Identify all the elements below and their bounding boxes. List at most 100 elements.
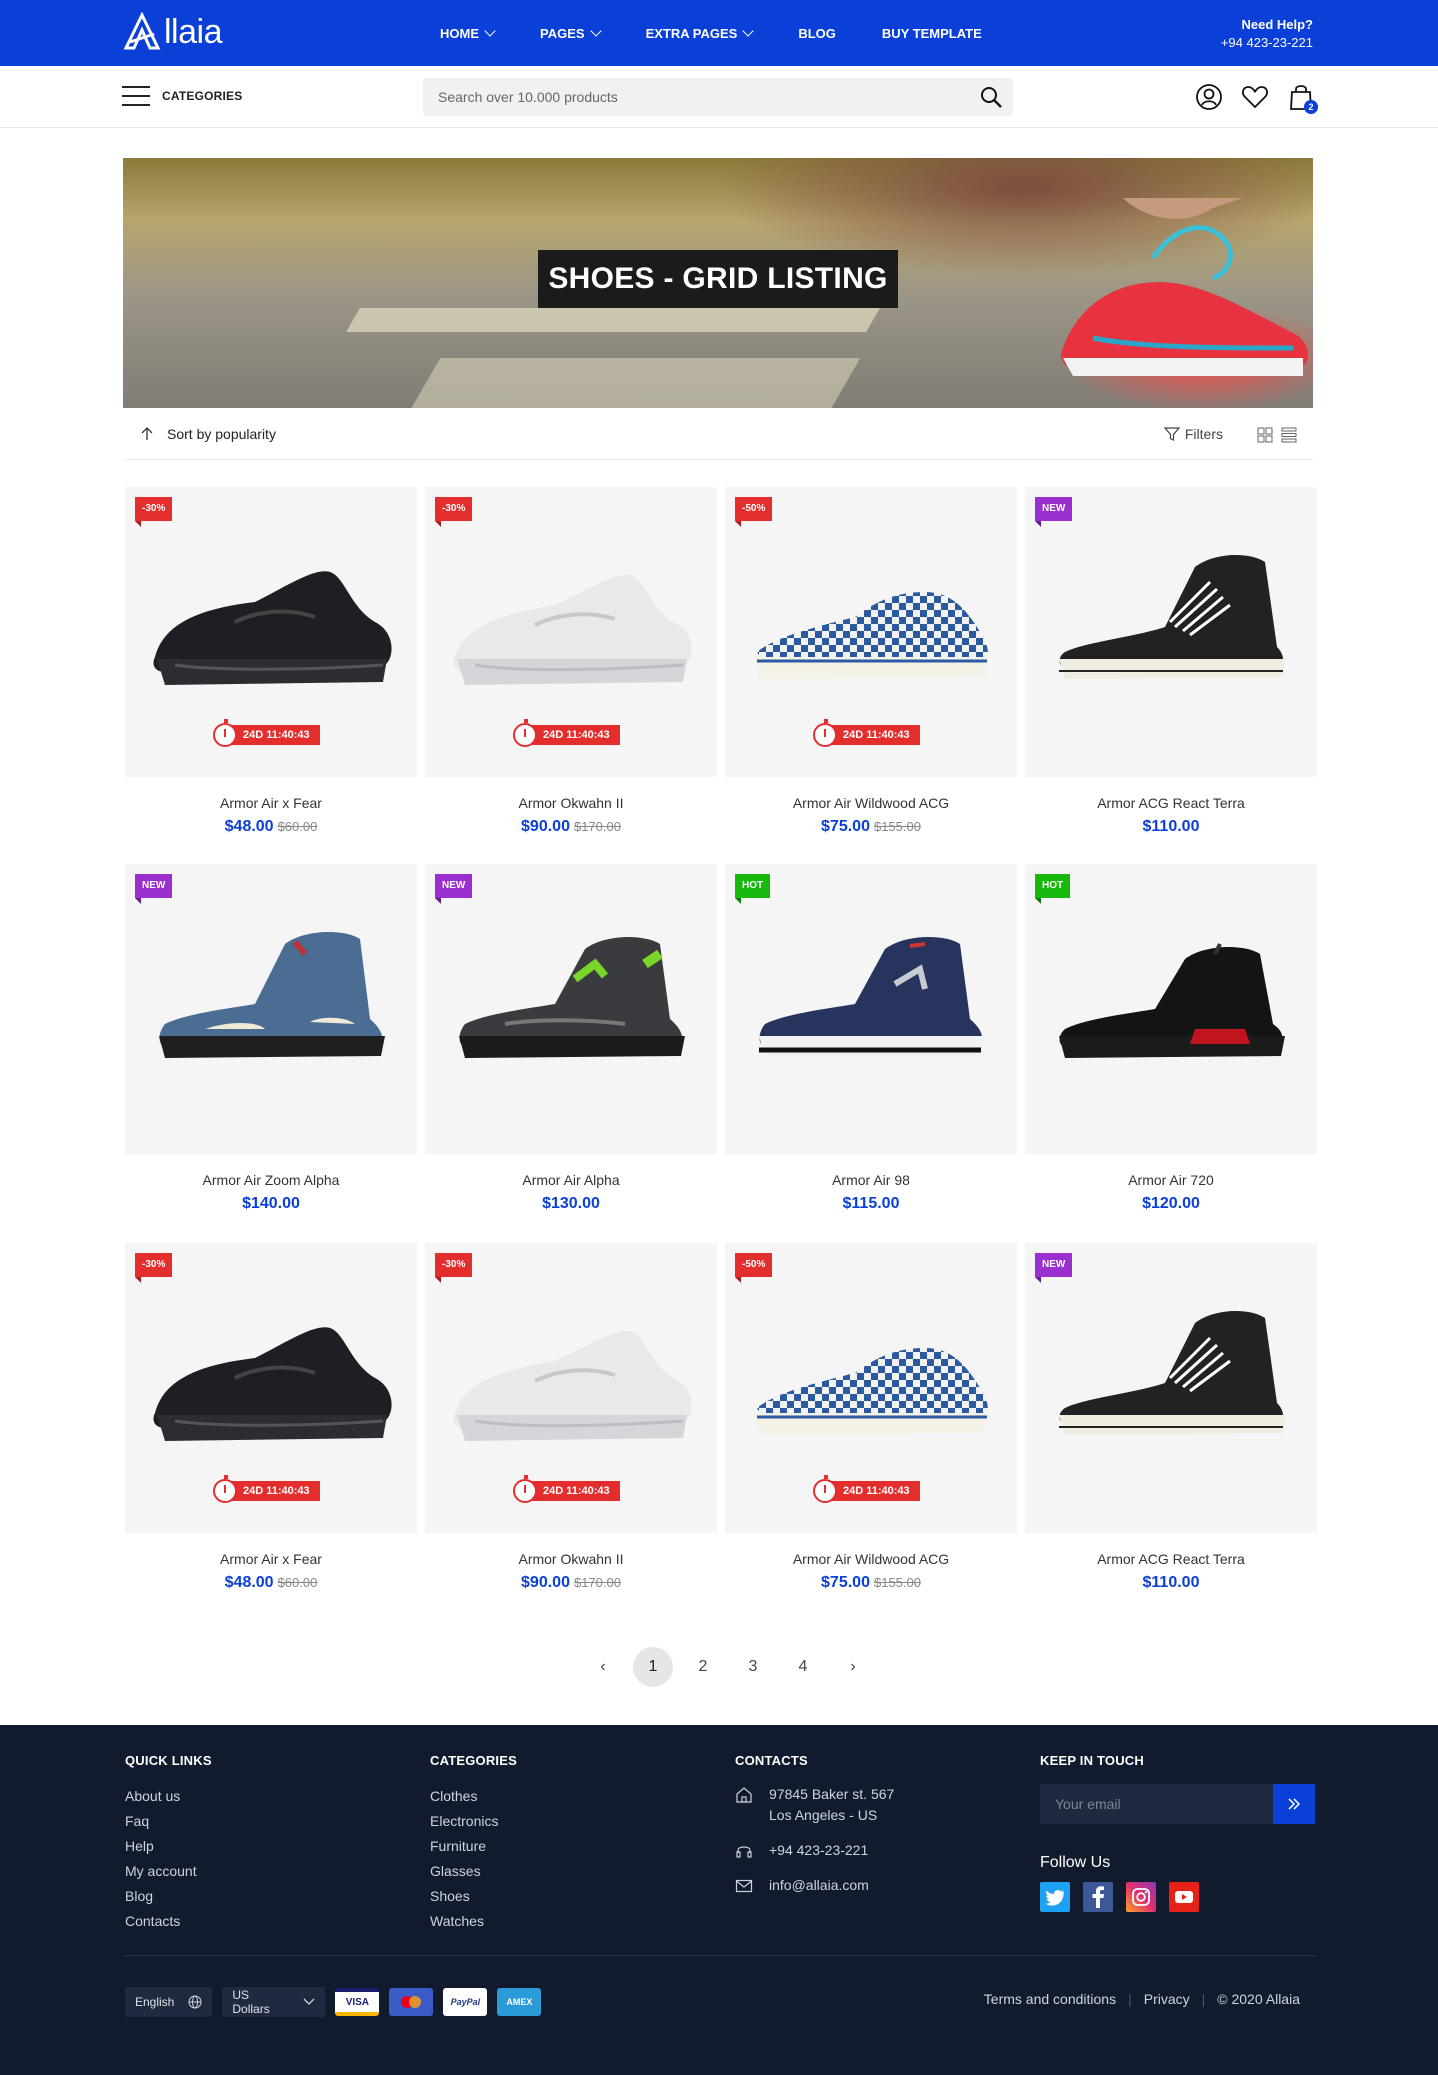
product-card[interactable]: NEW Armor Air Alpha $130.00 — [425, 864, 717, 1213]
footer-link[interactable]: Contacts — [125, 1909, 212, 1934]
product-image[interactable]: NEW — [125, 864, 417, 1154]
nav-home[interactable]: HOME — [440, 24, 496, 41]
product-card[interactable]: -30% 24D 11:40:43 Armor Okwahn II $90.00 $17… — [425, 487, 717, 836]
product-name[interactable]: Armor ACG React Terra — [1025, 795, 1317, 811]
product-name[interactable]: Armor Air 98 — [725, 1172, 1017, 1188]
product-card[interactable]: -50% 24D 11:40:43 Armor Air Wildwood ACG $7… — [725, 1243, 1017, 1592]
footer-category-link[interactable]: Shoes — [430, 1884, 517, 1909]
product-name[interactable]: Armor Air Wildwood ACG — [725, 795, 1017, 811]
nav-extra-pages[interactable]: EXTRA PAGES — [646, 24, 754, 41]
product-card[interactable]: NEW Armor Air Zoom Alpha $140.00 — [125, 864, 417, 1213]
address-row: 97845 Baker st. 567 Los Angeles - US — [735, 1784, 894, 1826]
search-input[interactable] — [423, 78, 943, 116]
footer-link[interactable]: About us — [125, 1784, 212, 1809]
product-name[interactable]: Armor Air x Fear — [125, 795, 417, 811]
privacy-link[interactable]: Privacy — [1144, 1991, 1190, 2007]
product-name[interactable]: Armor Air Alpha — [425, 1172, 717, 1188]
globe-icon — [188, 1995, 202, 2009]
footer-link[interactable]: Blog — [125, 1884, 212, 1909]
product-image[interactable]: -30% 24D 11:40:43 — [425, 487, 717, 777]
categories-menu-button[interactable]: CATEGORIES — [122, 86, 242, 106]
product-name[interactable]: Armor Air Wildwood ACG — [725, 1551, 1017, 1567]
nav-pages[interactable]: PAGES — [540, 24, 602, 41]
currency-select[interactable]: US Dollars — [222, 1987, 326, 2017]
footer-email-link[interactable]: info@allaia.com — [769, 1875, 869, 1896]
product-card[interactable]: NEW Armor ACG React Terra $110.00 — [1025, 1243, 1317, 1592]
address-line2: Los Angeles - US — [769, 1807, 878, 1823]
nav-blog[interactable]: BLOG — [798, 26, 836, 41]
footer-link[interactable]: My account — [125, 1859, 212, 1884]
pagination-page[interactable]: 1 — [633, 1647, 673, 1687]
sort-dropdown[interactable]: Sort by popularity — [139, 426, 276, 442]
product-card[interactable]: -30% 24D 11:40:43 Armor Okwahn II $90.00 $17… — [425, 1243, 717, 1592]
product-card[interactable]: -50% 24D 11:40:43 Armor Air Wildwood ACG $7… — [725, 487, 1017, 836]
list-view-icon[interactable] — [1281, 427, 1297, 443]
chevron-down-icon — [484, 24, 496, 37]
countdown-value: 24D 11:40:43 — [831, 725, 920, 745]
product-badge: -30% — [135, 497, 173, 527]
product-card[interactable]: -30% 24D 11:40:43 Armor Air x Fear $48.00 $6… — [125, 487, 417, 836]
current-price: $90.00 — [521, 1574, 570, 1591]
filters-button[interactable]: Filters — [1163, 426, 1223, 442]
language-select[interactable]: English — [125, 1987, 213, 2017]
footer-category-link[interactable]: Watches — [430, 1909, 517, 1934]
product-name[interactable]: Armor Okwahn II — [425, 795, 717, 811]
cart-icon[interactable]: 2 — [1286, 82, 1318, 114]
current-price: $130.00 — [542, 1195, 600, 1212]
pagination-prev[interactable]: ‹ — [583, 1647, 623, 1687]
separator: | — [1201, 1991, 1206, 2007]
product-card[interactable]: NEW Armor ACG React Terra $110.00 — [1025, 487, 1317, 836]
wishlist-heart-icon[interactable] — [1240, 82, 1270, 112]
product-image[interactable]: HOT — [725, 864, 1017, 1154]
product-image[interactable]: HOT — [1025, 864, 1317, 1154]
footer-category-link[interactable]: Furniture — [430, 1834, 517, 1859]
logo[interactable]: llaia — [122, 12, 222, 52]
pagination-page[interactable]: 4 — [783, 1647, 823, 1687]
product-image[interactable]: -50% 24D 11:40:43 — [725, 487, 1017, 777]
product-card[interactable]: -30% 24D 11:40:43 Armor Air x Fear $48.00 $6… — [125, 1243, 417, 1592]
pagination-next[interactable]: › — [833, 1647, 873, 1687]
product-name[interactable]: Armor Okwahn II — [425, 1551, 717, 1567]
product-image[interactable]: NEW — [1025, 1243, 1317, 1533]
product-card[interactable]: HOT Armor Air 98 $115.00 — [725, 864, 1017, 1213]
footer-link[interactable]: Help — [125, 1834, 212, 1859]
youtube-icon[interactable] — [1169, 1882, 1199, 1912]
chevron-down-icon — [589, 24, 602, 37]
pagination-page[interactable]: 2 — [683, 1647, 723, 1687]
instagram-icon[interactable] — [1126, 1882, 1156, 1912]
social-links — [1040, 1882, 1315, 1912]
address-line1: 97845 Baker st. 567 — [769, 1786, 895, 1802]
account-icon[interactable] — [1194, 82, 1224, 112]
footer-phone-link[interactable]: +94 423-23-221 — [769, 1840, 868, 1861]
footer-category-link[interactable]: Glasses — [430, 1859, 517, 1884]
terms-link[interactable]: Terms and conditions — [984, 1991, 1116, 2007]
footer-category-link[interactable]: Clothes — [430, 1784, 517, 1809]
view-toggle — [1249, 427, 1297, 443]
footer-link[interactable]: Faq — [125, 1809, 212, 1834]
product-image[interactable]: NEW — [1025, 487, 1317, 777]
search-icon[interactable] — [979, 85, 1003, 109]
facebook-icon[interactable] — [1083, 1882, 1113, 1912]
nav-buy-template[interactable]: BUY TEMPLATE — [882, 26, 982, 41]
newsletter-submit-button[interactable] — [1273, 1784, 1315, 1824]
categories-label: CATEGORIES — [162, 89, 243, 103]
product-image[interactable]: -30% 24D 11:40:43 — [125, 1243, 417, 1533]
product-name[interactable]: Armor ACG React Terra — [1025, 1551, 1317, 1567]
product-image[interactable]: -30% 24D 11:40:43 — [125, 487, 417, 777]
grid-view-icon[interactable] — [1257, 427, 1273, 443]
product-name[interactable]: Armor Air x Fear — [125, 1551, 417, 1567]
newsletter-email-input[interactable] — [1040, 1784, 1273, 1824]
product-image[interactable]: -30% 24D 11:40:43 — [425, 1243, 717, 1533]
product-image[interactable]: -50% 24D 11:40:43 — [725, 1243, 1017, 1533]
double-chevron-right-icon — [1288, 1798, 1301, 1810]
product-name[interactable]: Armor Air 720 — [1025, 1172, 1317, 1188]
current-price: $75.00 — [821, 818, 870, 835]
pagination-page[interactable]: 3 — [733, 1647, 773, 1687]
product-price: $48.00 $60.00 — [125, 818, 417, 836]
footer-category-link[interactable]: Electronics — [430, 1809, 517, 1834]
twitter-icon[interactable] — [1040, 1882, 1070, 1912]
product-card[interactable]: HOT Armor Air 720 $120.00 — [1025, 864, 1317, 1213]
help-phone-link[interactable]: +94 423-23-221 — [1221, 35, 1313, 50]
product-name[interactable]: Armor Air Zoom Alpha — [125, 1172, 417, 1188]
product-image[interactable]: NEW — [425, 864, 717, 1154]
